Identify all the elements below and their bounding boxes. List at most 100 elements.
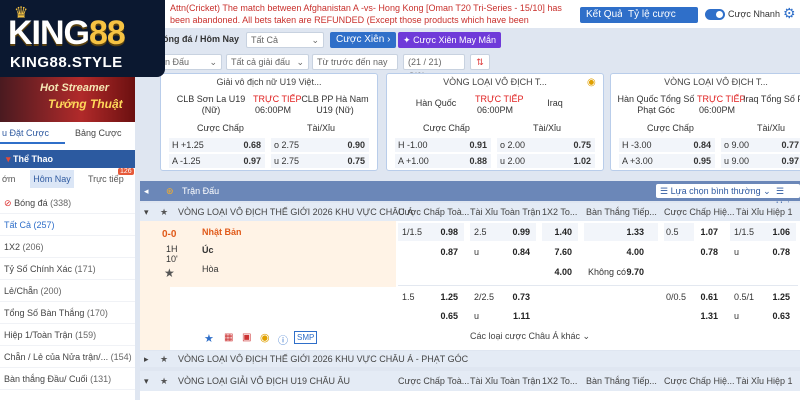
collapse-icon[interactable]: ◂ [144, 181, 149, 201]
col-header: Tài Xỉu Toàn Trận [470, 207, 541, 217]
col-header: Cược Chấp Hiệ... [664, 207, 735, 217]
stats-icon[interactable]: ▦ [224, 332, 233, 343]
odds-value: 1.33 [626, 227, 644, 237]
odds-line: 0.5/1 [734, 292, 755, 302]
matches-header: ◂ ⊛ Trận Đấu ☰ Lựa chọn bình thường ⌄ ☰ … [140, 181, 800, 210]
col-header: Tài Xỉu Hiệp 1 [736, 207, 793, 217]
card-time: 06:00PM [255, 105, 292, 115]
chevron-right-icon: › [387, 34, 391, 45]
odds-cell[interactable]: A +1.00 0.88 [395, 154, 491, 168]
odds-cell[interactable]: o 2.00 0.75 [497, 138, 595, 152]
market-select[interactable]: Tất Cả ⌄ [246, 32, 324, 48]
odds-cell[interactable]: u 2.75 0.75 [271, 154, 369, 168]
smp-button[interactable]: SMP [294, 331, 318, 344]
menu-item-football[interactable]: ⊘ Bóng đá (338) [0, 192, 135, 214]
more-button[interactable]: ☰ Hai [772, 184, 800, 210]
menu-item-half-odd-even[interactable]: Chẵn / Lẻ của Nửa trận/... (154) [0, 346, 135, 368]
odds-cell[interactable]: u 9.00 0.97 [721, 154, 800, 168]
odds-cell[interactable]: H -3.00 0.84 [619, 138, 715, 152]
featured-match-card[interactable]: Giải vô địch nữ U19 Việt... CLB Sơn La U… [160, 73, 378, 171]
over-under-header: Tài/Xỉu [757, 123, 786, 133]
quick-bet-toggle[interactable] [705, 9, 725, 20]
sort-select[interactable]: Từ trước đến nay⌄ [312, 54, 398, 81]
quick-bet-label: Cược Nhanh [728, 9, 780, 19]
odds-value: 0.65 [440, 311, 458, 321]
lucky-cross-bet-button[interactable]: ✦ Cược Xiên May Mắn [398, 32, 502, 48]
collapse-icon[interactable]: ▾ [144, 371, 149, 391]
cross-bet-button[interactable]: Cược Xiên › [330, 32, 397, 48]
favorite-star-icon[interactable]: ★ [160, 203, 168, 221]
menu-item-total-goals[interactable]: Tổng Số Bàn Thắng (170) [0, 302, 135, 324]
league-row[interactable]: ▸ ★ VÒNG LOẠI VÔ ĐỊCH THẾ GIỚI 2026 KHU … [140, 351, 800, 367]
menu-item-odd-even[interactable]: Lẻ/Chẵn (200) [0, 280, 135, 302]
tab-bet-slip[interactable]: Bảng Cược [75, 128, 121, 138]
odds-cell[interactable]: u 2.00 1.02 [497, 154, 595, 168]
odds-line: 1/1.5 [734, 227, 755, 237]
favorite-star-icon[interactable]: ★ [204, 332, 214, 345]
odds-cell[interactable]: H -1.00 0.91 [395, 138, 491, 152]
menu-item-all[interactable]: Tất Cả (257) [0, 214, 135, 236]
logo-subtext: KING88.STYLE [10, 54, 123, 71]
settings-gear-icon[interactable]: ⚙ [783, 5, 796, 22]
odds-cell[interactable]: A -1.25 0.97 [169, 154, 265, 168]
odds-value: 4.00 [626, 247, 644, 257]
coin-icon[interactable]: ◉ [260, 331, 270, 344]
odds-value: 0.63 [772, 311, 790, 321]
view-select[interactable]: ☰ Lựa chọn bình thường ⌄ [656, 184, 775, 198]
odds-value: 0.78 [772, 247, 790, 257]
col-header: 1X2 To... [542, 376, 578, 386]
odds-value: 0.98 [440, 227, 458, 237]
odds-cell[interactable]: o 2.75 0.90 [271, 138, 369, 152]
tab-today[interactable]: Hôm Nay [30, 170, 74, 188]
sort-toggle-icon[interactable]: ⇅ [470, 54, 490, 70]
favorite-star-icon[interactable]: ★ [160, 371, 168, 391]
other-asian-bets-link[interactable]: Các loại cược Châu Á khác ⌄ [470, 331, 590, 342]
card-away-team: Iraq [547, 98, 563, 108]
league-filter-select[interactable]: Tất cả giải đấu ⌄ [226, 54, 309, 70]
featured-match-card[interactable]: VÒNG LOẠI VÔ ĐỊCH T... ◉ Hàn Quốc TRỰC T… [386, 73, 604, 171]
collapse-icon[interactable]: ▾ [144, 203, 149, 221]
tab-bet-list[interactable]: u Đặt Cược [2, 128, 49, 138]
announcement-ticker[interactable]: Attn(Cricket) The match between Afghanis… [170, 2, 570, 28]
odds-line: u [474, 247, 480, 257]
odds-value: 1.31 [700, 311, 718, 321]
bet-tabs: u Đặt Cược Bảng Cược [0, 124, 135, 146]
card-league: Giải vô địch nữ U19 Việt... [216, 77, 322, 87]
match-minute: 10' [166, 254, 178, 264]
odds-value: 0.84 [512, 247, 530, 257]
away-team: Úc [202, 245, 214, 255]
active-tab-indicator [0, 142, 65, 144]
menu-item-correct-score[interactable]: Tỷ Số Chính Xác (171) [0, 258, 135, 280]
tv-icon[interactable]: ▣ [242, 332, 251, 343]
odds-value: 1.25 [772, 292, 790, 302]
col-header: Cược Chấp Toà... [398, 207, 470, 217]
match-half: 1H [166, 244, 178, 254]
sports-header[interactable]: ▾ Thể Thao [0, 150, 135, 168]
league-row[interactable]: ▾ ★ VÒNG LOẠI GIẢI VÔ ĐỊCH U19 CHÂU ÂU C… [140, 371, 800, 391]
menu-item-1x2[interactable]: 1X2 (206) [0, 236, 135, 258]
odds-cell[interactable]: o 9.00 0.77 [721, 138, 800, 152]
expand-icon[interactable]: ▸ [144, 351, 149, 367]
favorite-star-icon[interactable]: ★ [160, 351, 168, 367]
next-match-row [140, 391, 800, 400]
favorite-star-icon[interactable]: ★ [164, 266, 175, 280]
list-icon: ☰ [660, 186, 669, 196]
odds-cell[interactable]: H +1.25 0.68 [169, 138, 265, 152]
match-info-column [140, 221, 170, 350]
streamer-banner[interactable]: Hot Streamer Tướng Thuật [0, 77, 135, 122]
league-name[interactable]: VÒNG LOẠI VÔ ĐỊCH THẾ GIỚI 2026 KHU VỰC … [178, 203, 413, 221]
menu-item-half-full[interactable]: Hiệp 1/Toàn Trận (159) [0, 324, 135, 346]
brand-logo[interactable]: ♛ KING88 KING88.STYLE [0, 0, 165, 77]
matches-title: Trận Đấu [182, 186, 220, 196]
tab-early[interactable]: ớm [0, 170, 28, 188]
featured-match-card[interactable]: VÒNG LOẠI VÔ ĐỊCH T... Hàn Quốc Tổng Số … [610, 73, 800, 171]
odds-type-select[interactable]: Tỷ lệ cược CN ▾ [622, 7, 698, 36]
league-count[interactable]: (21 / 21) Giải [403, 54, 465, 81]
card-home-team: Hàn Quốc [415, 98, 457, 108]
handicap-header: Cược Chấp [647, 123, 694, 133]
col-header: 1X2 To... [542, 207, 578, 217]
odds-cell[interactable]: A +3.00 0.95 [619, 154, 715, 168]
odds-line: 0/0.5 [666, 292, 687, 302]
menu-item-first-last-goal[interactable]: Bàn thắng Đầu/ Cuối (131) [0, 368, 135, 390]
info-icon[interactable]: ⓘ [278, 332, 288, 347]
